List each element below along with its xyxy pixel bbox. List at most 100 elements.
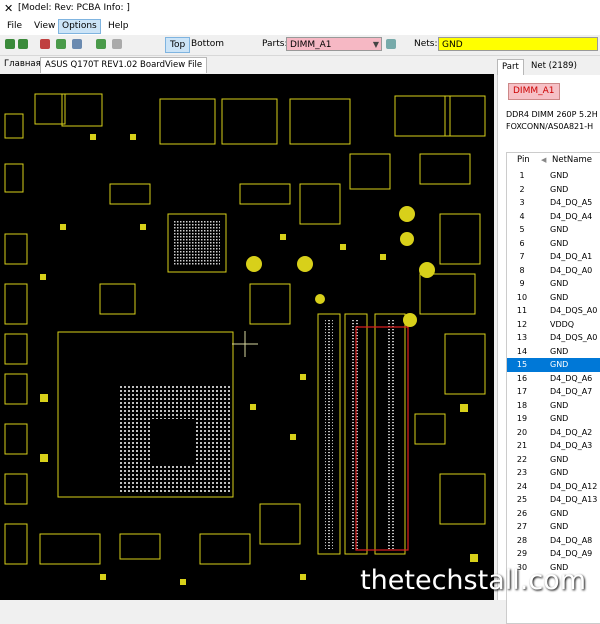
table-row[interactable]: 8 D4_DQ_A0 (507, 264, 600, 278)
capacitor (297, 256, 313, 272)
table-row[interactable]: 26 GND (507, 507, 600, 521)
dimm-pins (325, 319, 333, 549)
nets-value: GND (442, 40, 463, 50)
menu-options[interactable]: Options (58, 19, 101, 34)
net-name: GND (550, 171, 569, 180)
table-row[interactable]: 15 GND (507, 358, 600, 372)
net-name: GND (550, 346, 569, 356)
forward-arrow-icon[interactable] (112, 39, 122, 49)
pin-number: 13 (516, 333, 528, 342)
component-outline (239, 183, 291, 205)
table-row[interactable]: 23 GND (507, 466, 600, 480)
menu-bar: File View Options Help (0, 18, 600, 35)
tab-home[interactable]: Главная (0, 57, 45, 72)
nets-combo[interactable]: GND (438, 37, 598, 51)
zoom-out-icon[interactable] (72, 39, 82, 49)
table-row[interactable]: 21 D4_DQ_A3 (507, 439, 600, 453)
net-name: VDDQ (550, 319, 575, 329)
net-name: D4_DQ_A9 (550, 549, 593, 558)
pin-number: 26 (516, 508, 528, 518)
pin-number: 15 (516, 360, 528, 369)
table-row[interactable]: 25 D4_DQ_A13 (507, 493, 600, 507)
net-name: D4_DQ_A12 (550, 481, 598, 491)
app-icon: ✕ (4, 2, 14, 15)
component-outline (439, 473, 486, 525)
table-row[interactable]: 16 D4_DQ_A6 (507, 372, 600, 386)
table-row[interactable]: 10 GND (507, 291, 600, 305)
rotate-right-icon[interactable] (18, 39, 28, 49)
table-row[interactable]: 11 D4_DQS_A0 (507, 304, 600, 318)
connector-outline (289, 98, 351, 145)
netname-column-header[interactable]: NetName (552, 153, 592, 168)
table-row[interactable]: 2 GND (507, 183, 600, 197)
tab-net[interactable]: Net (2189) (527, 59, 581, 74)
table-row[interactable]: 27 GND (507, 520, 600, 534)
selected-part-highlight (355, 326, 409, 551)
pad (40, 274, 46, 280)
table-row[interactable]: 3 D4_DQ_A5 (507, 196, 600, 210)
pad (100, 574, 106, 580)
pin-number: 11 (516, 306, 528, 315)
title-bar: ✕ [Model: Rev: PCBA Info: ] (0, 0, 600, 18)
component-outline (259, 503, 301, 545)
pad (290, 434, 296, 440)
search-part-icon[interactable] (386, 39, 396, 49)
capacitor (403, 313, 417, 327)
connector-outline (159, 98, 216, 145)
table-row[interactable]: 12 VDDQ (507, 318, 600, 332)
table-row[interactable]: 9 GND (507, 277, 600, 291)
menu-help[interactable]: Help (105, 20, 132, 33)
table-row[interactable]: 29 D4_DQ_A9 (507, 547, 600, 561)
table-row[interactable]: 20 D4_DQ_A2 (507, 426, 600, 440)
net-name: D4_DQS_A0 (550, 306, 598, 315)
table-row[interactable]: 19 GND (507, 412, 600, 426)
pin-table[interactable]: Pin NetName ◀ 1 GND 2 GND 3 D4_DQ_A5 4 D4_DQ_A4… (506, 152, 600, 624)
dimm-pins (386, 319, 394, 549)
table-row[interactable]: 18 GND (507, 399, 600, 413)
table-row[interactable]: 24 D4_DQ_A12 (507, 480, 600, 494)
zoom-in-icon[interactable] (40, 39, 50, 49)
pin-number: 27 (516, 522, 528, 531)
right-panel: Part Net (2189) DIMM_A1 DDR4 DIMM 260P 5… (497, 57, 600, 624)
capacitor (399, 206, 415, 222)
table-row[interactable]: 28 D4_DQ_A8 (507, 534, 600, 548)
component-outline (4, 473, 28, 505)
part-description: DDR4 DIMM 260P 5.2H (506, 110, 598, 119)
pin-number: 5 (519, 225, 525, 234)
fit-icon[interactable] (56, 39, 66, 49)
board-view[interactable] (0, 74, 494, 600)
pin-number: 21 (516, 441, 528, 450)
parts-combo[interactable]: DIMM_A1 ▼ (286, 37, 382, 51)
pin-number: 3 (519, 198, 525, 207)
net-name: D4_DQ_A4 (550, 211, 593, 221)
pad (180, 579, 186, 585)
rotate-left-icon[interactable] (5, 39, 15, 49)
table-row[interactable]: 17 D4_DQ_A7 (507, 385, 600, 399)
table-row[interactable]: 4 D4_DQ_A4 (507, 210, 600, 224)
table-row[interactable]: 7 D4_DQ_A1 (507, 250, 600, 264)
board-canvas[interactable] (0, 74, 494, 600)
parts-value: DIMM_A1 (290, 40, 332, 50)
table-row[interactable]: 1 GND (507, 169, 600, 183)
table-row[interactable]: 14 GND (507, 345, 600, 359)
table-row[interactable]: 5 GND (507, 223, 600, 237)
connector-outline (221, 98, 278, 145)
pad (280, 234, 286, 240)
menu-view[interactable]: View (31, 20, 58, 33)
pad (60, 224, 66, 230)
menu-file[interactable]: File (4, 20, 25, 33)
table-row[interactable]: 22 GND (507, 453, 600, 467)
table-row[interactable]: 6 GND (507, 237, 600, 251)
component-outline (4, 373, 28, 405)
bottom-button[interactable]: Bottom (187, 37, 228, 51)
back-arrow-icon[interactable] (96, 39, 106, 49)
tab-part[interactable]: Part (497, 59, 524, 75)
pin-number: 6 (519, 238, 525, 248)
pin-number: 25 (516, 495, 528, 504)
tab-boardview[interactable]: ASUS Q170T REV1.02 BoardView File (40, 57, 208, 73)
pin-column-header[interactable]: Pin (517, 153, 530, 168)
pin-number: 14 (516, 346, 528, 356)
table-row[interactable]: 13 D4_DQS_A0 (507, 331, 600, 345)
pad (340, 244, 346, 250)
chevron-down-icon[interactable]: ▼ (373, 38, 379, 52)
